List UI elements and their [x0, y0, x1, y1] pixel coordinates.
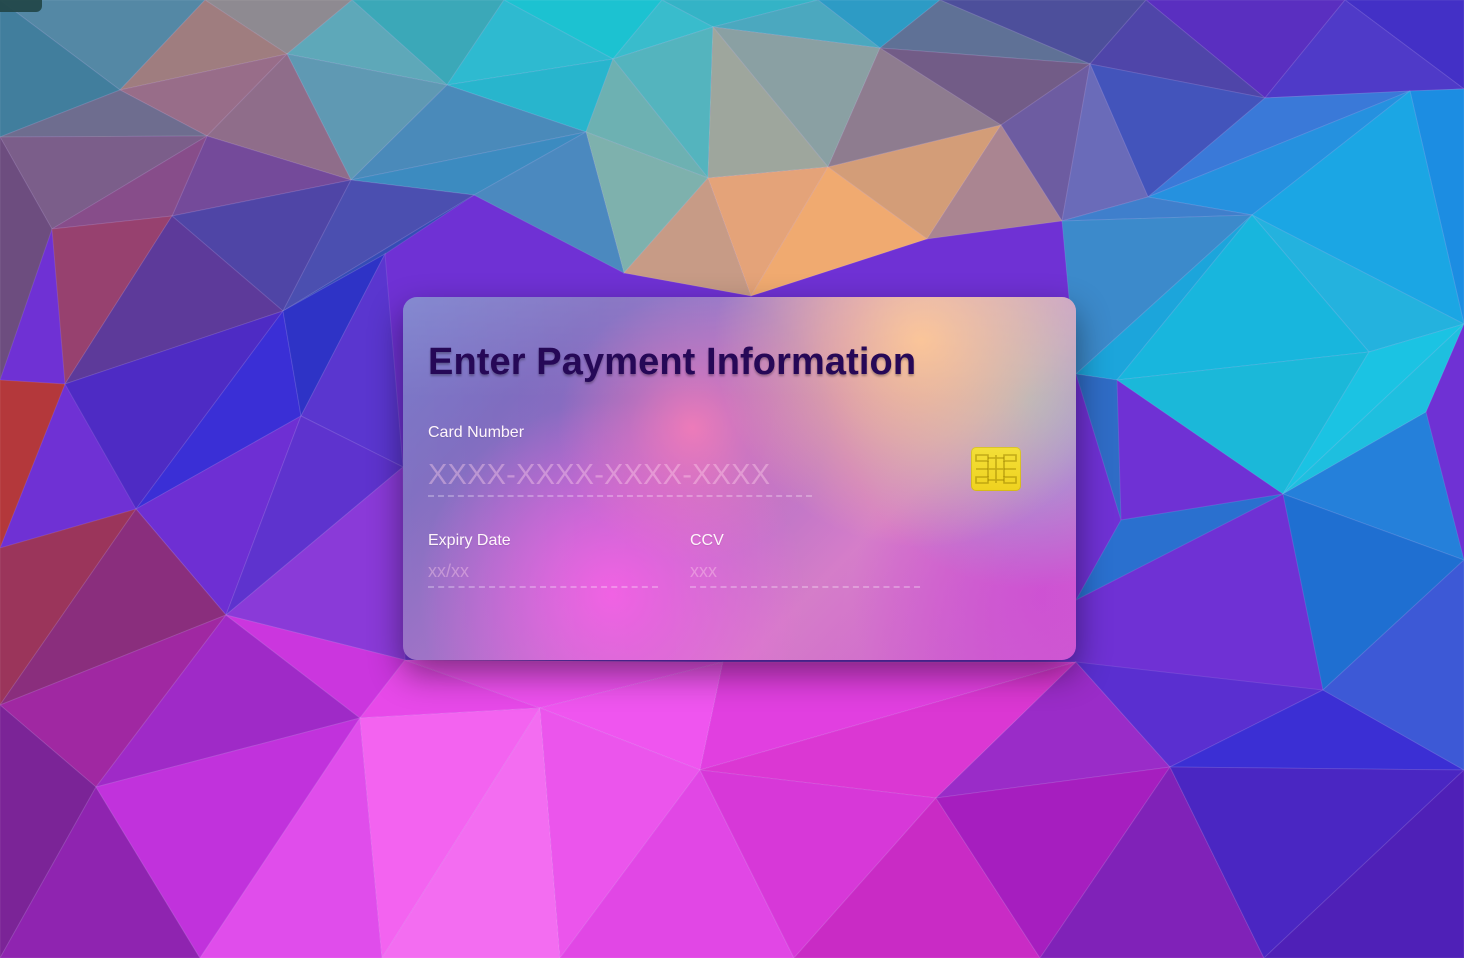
page-title: Enter Payment Information	[428, 341, 917, 383]
card-chip-icon	[971, 447, 1021, 491]
card-number-label: Card Number	[428, 424, 525, 441]
payment-card: Enter Payment Information Card Number Ex…	[403, 297, 1076, 660]
card-number-input[interactable]	[428, 455, 812, 497]
ccv-label: CCV	[690, 532, 724, 549]
corner-tab	[0, 0, 42, 12]
expiry-date-label: Expiry Date	[428, 532, 511, 549]
ccv-input[interactable]	[690, 556, 920, 588]
expiry-date-input[interactable]	[428, 556, 658, 588]
